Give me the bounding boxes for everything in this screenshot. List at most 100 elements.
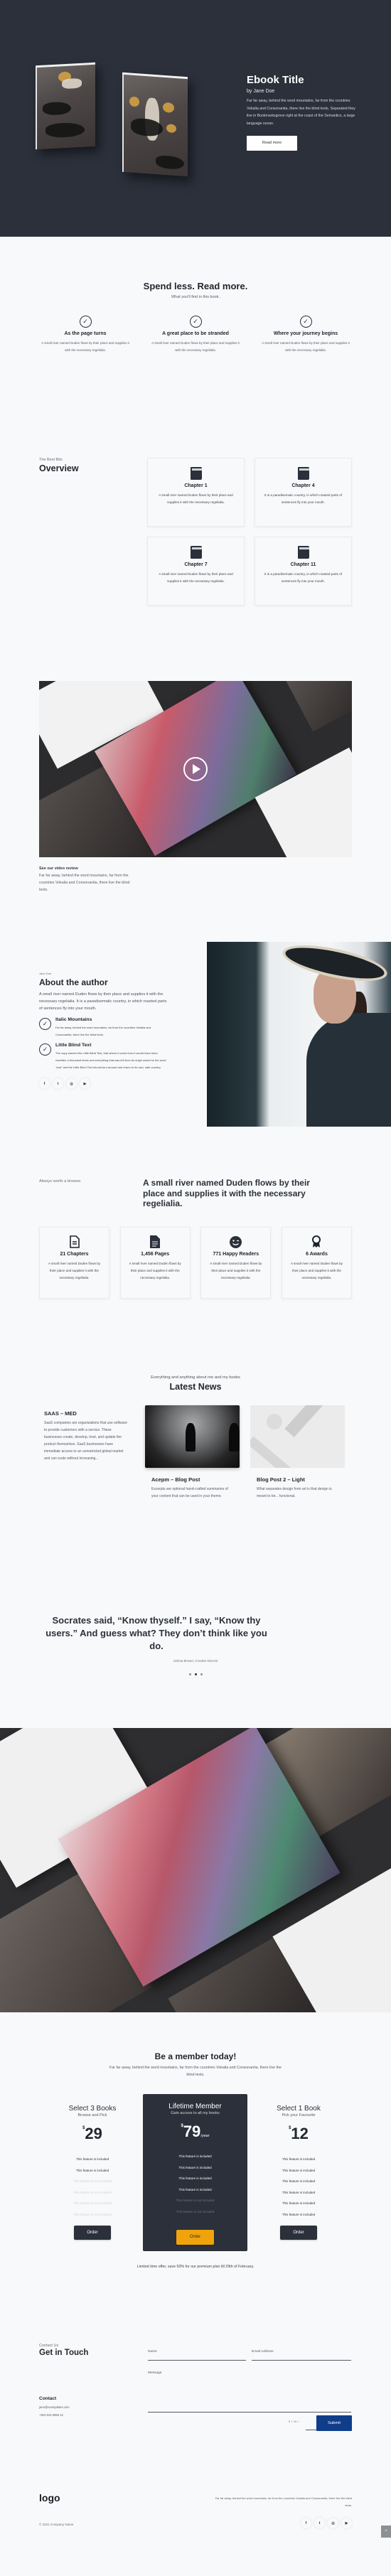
chapter-card[interactable]: Chapter 11 It is a paradisematic country… [255, 537, 352, 606]
chapter-desc: A small river named Duden flows by their… [159, 493, 233, 504]
copyright: © 2021 Company Name [39, 2523, 74, 2526]
check-circle-icon: ✓ [299, 316, 312, 328]
contact-phone[interactable]: +923 616 5556 12 [39, 2412, 70, 2420]
plan-feature: This feature is included [178, 2165, 212, 2169]
scroll-to-top-button[interactable]: ⌃ [381, 2526, 391, 2538]
author-highlight-desc: Far far away, behind the word mountains,… [55, 1026, 151, 1036]
footer-logo[interactable]: logo [39, 2492, 60, 2503]
plan-price: $29 [82, 2125, 102, 2142]
order-button[interactable]: Order [280, 2226, 317, 2240]
instagram-icon[interactable]: ◎ [66, 1078, 77, 1089]
plan-feature-excluded: This feature is not included [73, 2212, 112, 2216]
testimonial-author: Joshua Brewer, Creative Director [173, 1659, 218, 1663]
check-circle-icon: ✓ [79, 316, 92, 328]
carousel-dots [0, 1673, 391, 1675]
chapter-desc: A small river named Duden flows by their… [159, 572, 233, 583]
plan-feature: This feature is included [178, 2187, 212, 2191]
author-name: Jane Doe [39, 972, 52, 975]
feature-desc: A small river named Duden flows by their… [41, 341, 129, 352]
facebook-icon[interactable]: f [301, 2518, 311, 2528]
pricing-plan-featured: Lifetime Member Gain access to all my bo… [143, 2094, 247, 2251]
plan-name: Lifetime Member [168, 2103, 222, 2110]
instagram-icon[interactable]: ◎ [328, 2518, 338, 2528]
feature-item: ✓ Where your journey begins A small rive… [259, 316, 352, 354]
blog-post-title[interactable]: Blog Post 2 – Light [257, 1476, 345, 1483]
plan-feature: This feature is included [282, 2190, 316, 2194]
author-photo [207, 942, 391, 1127]
pricing-plan: Select 1 Book Pick your Favourite $12 Th… [263, 2105, 334, 2240]
twitter-icon[interactable]: t [53, 1078, 63, 1089]
stat-desc: A small river named Duden flows by their… [210, 1262, 262, 1279]
overview-title: Overview [39, 463, 79, 473]
hero-section: Ebook Title by Jane Doe Far far away, be… [0, 0, 391, 237]
author-highlight-title: Little Blind Text [55, 1043, 92, 1048]
hero-text: Ebook Title by Jane Doe Far far away, be… [247, 74, 357, 151]
plan-feature-excluded: This feature is not included [73, 2190, 112, 2194]
email-field[interactable]: Email Address [252, 2350, 351, 2361]
captcha-question: 5 + 10 = [289, 2420, 299, 2423]
chapter-title: Chapter 11 [290, 562, 316, 567]
youtube-icon[interactable]: ▶ [341, 2518, 352, 2528]
contact-title: Get in Touch [39, 2349, 89, 2357]
contact-email[interactable]: jane@exemplates.com [39, 2404, 70, 2412]
carousel-dot-active[interactable] [194, 1673, 197, 1675]
blog-post-card[interactable]: Acepm – Blog Post Excerpts are optional … [145, 1405, 240, 1500]
stats-heading: A small river named Duden flows by their… [143, 1178, 310, 1208]
plan-feature-excluded: This feature is not included [176, 2209, 215, 2213]
message-field[interactable]: Message [148, 2371, 351, 2413]
stat-desc: A small river named Duden flows by their… [290, 1262, 343, 1279]
featured-post[interactable]: SAAS – MED SaaS companies are organizati… [44, 1410, 129, 1462]
pricing-title: Be a member today! [154, 2051, 237, 2061]
stat-desc: A small river named Duden flows by their… [48, 1262, 101, 1279]
carousel-dot[interactable] [200, 1673, 203, 1675]
message-field-label: Message [148, 2371, 162, 2375]
youtube-icon[interactable]: ▶ [80, 1078, 90, 1089]
blog-post-title[interactable]: Acepm – Blog Post [151, 1476, 240, 1483]
plan-feature: This feature is included [178, 2154, 212, 2158]
stats-section: Always worth a browse. A small river nam… [39, 1154, 352, 1335]
image-placeholder-icon[interactable] [250, 1405, 345, 1468]
read-more-button[interactable]: Read more [247, 136, 297, 151]
pricing-subtitle: Far far away, behind the word mountains,… [109, 2066, 282, 2077]
blog-post-card[interactable]: Blog Post 2 – Light What separates desig… [250, 1405, 345, 1500]
book-showcase-image [0, 1728, 391, 2012]
feature-desc: A small river named Duden flows by their… [262, 341, 350, 352]
plan-feature-excluded: This feature is not included [73, 2179, 112, 2183]
chevron-up-icon: ⌃ [384, 2529, 388, 2535]
document-outline-icon [45, 1235, 103, 1248]
plan-subtitle: Browse and Pick [77, 2113, 107, 2118]
chapter-card[interactable]: Chapter 4 It is a paradisematic country,… [255, 458, 352, 527]
plan-subtitle: Pick your Favourite [282, 2113, 316, 2118]
author-highlight: ✓ Italic Mountains Far far away, behind … [39, 1017, 167, 1039]
chapter-title: Chapter 4 [291, 483, 315, 488]
stats-label: Always worth a browse. [39, 1179, 82, 1184]
feature-title: A great place to be stranded [162, 331, 229, 336]
play-circle-icon[interactable] [183, 757, 208, 781]
featured-post-title[interactable]: SAAS – MED [44, 1410, 129, 1417]
chapter-card[interactable]: Chapter 7 A small river named Duden flow… [147, 537, 245, 606]
submit-button[interactable]: Submit [316, 2415, 352, 2431]
plan-feature-excluded: This feature is not included [176, 2199, 215, 2202]
overview-label: The Best Bits [39, 458, 63, 462]
wink-face-icon [207, 1235, 264, 1248]
twitter-icon[interactable]: t [314, 2518, 325, 2528]
features-section: Spend less. Read more. What you'll find … [0, 237, 391, 436]
chapter-card[interactable]: Chapter 1 A small river named Duden flow… [147, 458, 245, 527]
order-button[interactable]: Order [74, 2226, 111, 2240]
author-social-links: f t ◎ ▶ [39, 1078, 167, 1089]
video-thumbnail[interactable] [39, 681, 352, 857]
carousel-dot[interactable] [188, 1673, 191, 1675]
stat-title: 6 Awards [306, 1252, 328, 1257]
blog-post-image[interactable] [145, 1405, 240, 1468]
author-desc: A small river named Duden flows by their… [39, 992, 167, 1011]
facebook-icon[interactable]: f [39, 1078, 50, 1089]
book-cover-image [36, 62, 95, 150]
stat-title: 21 Chapters [60, 1252, 89, 1257]
name-field[interactable]: Name [148, 2350, 246, 2361]
pricing-section: Be a member today! Far far away, behind … [0, 2012, 391, 2282]
book-icon [190, 546, 202, 559]
plan-feature-excluded: This feature is not included [73, 2201, 112, 2205]
featured-post-excerpt: SaaS companies are organizations that us… [44, 1421, 128, 1461]
order-button-featured[interactable]: Order [176, 2230, 214, 2245]
video-caption-title: See our video review [39, 866, 78, 871]
